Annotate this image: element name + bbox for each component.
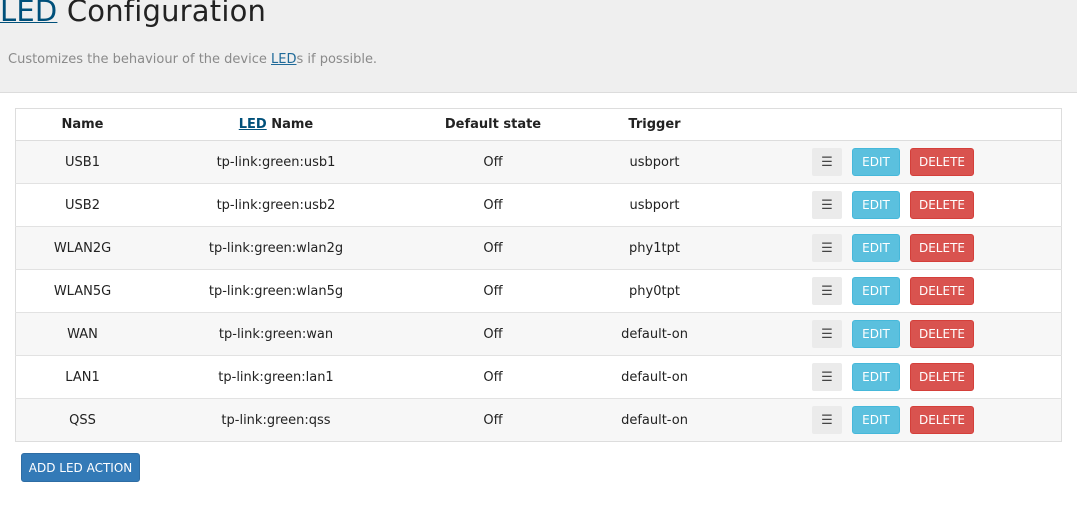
delete-button[interactable]: DELETE [910, 320, 974, 348]
led-name-col-text: Name [266, 117, 314, 132]
column-header-default-state: Default state [403, 108, 583, 141]
cell-name: WAN [15, 312, 149, 356]
delete-button[interactable]: DELETE [910, 406, 974, 434]
cell-trigger: default-on [583, 355, 726, 399]
row-actions: ☰ EDIT DELETE [812, 320, 1061, 348]
column-header-actions [726, 108, 1062, 141]
edit-button[interactable]: EDIT [852, 406, 900, 434]
led-abbr-col: LED [238, 117, 267, 132]
cell-default-state: Off [403, 398, 583, 442]
row-actions: ☰ EDIT DELETE [812, 363, 1061, 391]
row-actions: ☰ EDIT DELETE [812, 191, 1061, 219]
cell-trigger: usbport [583, 140, 726, 184]
page-title: LED Configuration [0, 0, 266, 28]
cell-led-name: tp-link:green:wan [149, 312, 403, 356]
drag-handle-icon[interactable]: ☰ [812, 148, 842, 176]
cell-trigger: default-on [583, 312, 726, 356]
column-header-led-name: LED Name [149, 108, 403, 141]
description-text-end: s if possible. [296, 52, 378, 67]
cell-actions: ☰ EDIT DELETE [726, 226, 1062, 270]
row-actions: ☰ EDIT DELETE [812, 406, 1061, 434]
cell-default-state: Off [403, 312, 583, 356]
table-header-row: Name LED Name Default state Trigger [15, 108, 1062, 141]
cell-name: WLAN2G [15, 226, 149, 270]
cell-actions: ☰ EDIT DELETE [726, 140, 1062, 184]
cell-default-state: Off [403, 355, 583, 399]
cell-led-name: tp-link:green:usb1 [149, 140, 403, 184]
drag-handle-icon[interactable]: ☰ [812, 363, 842, 391]
cell-name: LAN1 [15, 355, 149, 399]
led-abbr-desc: LED [271, 52, 297, 67]
column-header-trigger: Trigger [583, 108, 726, 141]
cell-led-name: tp-link:green:wlan2g [149, 226, 403, 270]
cell-led-name: tp-link:green:qss [149, 398, 403, 442]
cell-trigger: phy1tpt [583, 226, 726, 270]
cell-name: WLAN5G [15, 269, 149, 313]
cell-name: USB2 [15, 183, 149, 227]
row-actions: ☰ EDIT DELETE [812, 234, 1061, 262]
drag-handle-icon[interactable]: ☰ [812, 406, 842, 434]
table-row: WLAN2G tp-link:green:wlan2g Off phy1tpt ☰ EDI… [15, 226, 1062, 270]
drag-handle-icon[interactable]: ☰ [812, 320, 842, 348]
cell-led-name: tp-link:green:usb2 [149, 183, 403, 227]
row-actions: ☰ EDIT DELETE [812, 277, 1061, 305]
cell-trigger: phy0tpt [583, 269, 726, 313]
delete-button[interactable]: DELETE [910, 277, 974, 305]
cell-actions: ☰ EDIT DELETE [726, 183, 1062, 227]
table-row: QSS tp-link:green:qss Off default-on ☰ EDIT DE… [15, 398, 1062, 442]
edit-button[interactable]: EDIT [852, 363, 900, 391]
cell-actions: ☰ EDIT DELETE [726, 398, 1062, 442]
edit-button[interactable]: EDIT [852, 191, 900, 219]
cell-led-name: tp-link:green:lan1 [149, 355, 403, 399]
led-table: Name LED Name Default state Trigger USB1… [15, 108, 1062, 442]
table-row: WAN tp-link:green:wan Off default-on ☰ EDIT DE… [15, 312, 1062, 356]
drag-handle-icon[interactable]: ☰ [812, 234, 842, 262]
table-row: LAN1 tp-link:green:lan1 Off default-on ☰ EDIT… [15, 355, 1062, 399]
cell-default-state: Off [403, 140, 583, 184]
add-led-action-button[interactable]: ADD LED ACTION [21, 453, 140, 482]
page-header: LED Configuration Customizes the behavio… [0, 0, 1077, 93]
cell-actions: ☰ EDIT DELETE [726, 269, 1062, 313]
delete-button[interactable]: DELETE [910, 363, 974, 391]
cell-trigger: default-on [583, 398, 726, 442]
cell-name: QSS [15, 398, 149, 442]
delete-button[interactable]: DELETE [910, 234, 974, 262]
edit-button[interactable]: EDIT [852, 148, 900, 176]
drag-handle-icon[interactable]: ☰ [812, 277, 842, 305]
edit-button[interactable]: EDIT [852, 277, 900, 305]
cell-actions: ☰ EDIT DELETE [726, 355, 1062, 399]
description-text: Customizes the behaviour of the device [8, 52, 272, 67]
title-text: Configuration [57, 0, 267, 28]
delete-button[interactable]: DELETE [910, 148, 974, 176]
drag-handle-icon[interactable]: ☰ [812, 191, 842, 219]
edit-button[interactable]: EDIT [852, 320, 900, 348]
column-header-name: Name [15, 108, 149, 141]
delete-button[interactable]: DELETE [910, 191, 974, 219]
cell-default-state: Off [403, 183, 583, 227]
cell-default-state: Off [403, 226, 583, 270]
edit-button[interactable]: EDIT [852, 234, 900, 262]
table-row: USB2 tp-link:green:usb2 Off usbport ☰ EDIT DEL… [15, 183, 1062, 227]
page-description: Customizes the behaviour of the device L… [8, 52, 377, 67]
row-actions: ☰ EDIT DELETE [812, 148, 1061, 176]
cell-trigger: usbport [583, 183, 726, 227]
cell-actions: ☰ EDIT DELETE [726, 312, 1062, 356]
cell-led-name: tp-link:green:wlan5g [149, 269, 403, 313]
table-row: WLAN5G tp-link:green:wlan5g Off phy0tpt ☰ EDI… [15, 269, 1062, 313]
table-body: USB1 tp-link:green:usb1 Off usbport ☰ EDIT DEL… [15, 140, 1062, 442]
cell-default-state: Off [403, 269, 583, 313]
table-row: USB1 tp-link:green:usb1 Off usbport ☰ EDIT DEL… [15, 140, 1062, 184]
cell-name: USB1 [15, 140, 149, 184]
led-abbr: LED [0, 0, 58, 28]
